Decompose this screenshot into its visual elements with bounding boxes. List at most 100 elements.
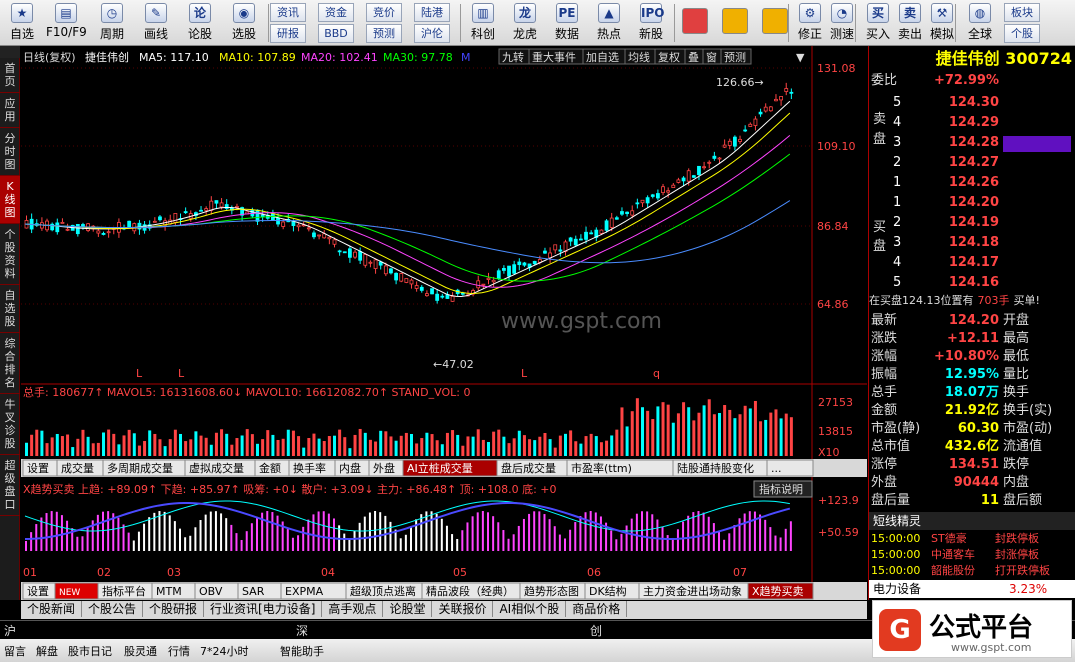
toolbar-模拟-button[interactable]: ⚒ 模拟	[922, 2, 962, 44]
buy-level[interactable]: 2 124.19	[869, 214, 1075, 232]
nav-char: 股	[0, 437, 20, 450]
candle-body	[610, 218, 613, 227]
candle-body	[76, 224, 79, 233]
info-tab-高手观点[interactable]: 高手观点	[322, 601, 383, 617]
nav-tab-应用[interactable]: 应用	[0, 93, 20, 128]
candle-body	[703, 167, 706, 168]
elves-item[interactable]: 15:00:00 韶能股份 打开跌停板	[869, 562, 1075, 580]
status-market-创[interactable]: 创	[590, 622, 602, 639]
toolbar-板块-button[interactable]: 板块	[1004, 3, 1040, 22]
toolbar-资金-button[interactable]: 资金	[318, 3, 354, 22]
sector-value: 3.23%	[1009, 580, 1047, 598]
stat-value: 124.20	[929, 312, 999, 330]
bottom-tab-行情[interactable]: 行情	[168, 643, 190, 659]
bottom-tab-解盘[interactable]: 解盘	[36, 643, 58, 659]
nav-tab-牛叉诊股[interactable]: 牛叉诊股	[0, 394, 20, 455]
info-tab-论股堂[interactable]: 论股堂	[383, 601, 432, 617]
nav-tab-首页[interactable]: 首页	[0, 58, 20, 93]
sell-level[interactable]: 4 124.29	[869, 114, 1075, 132]
toolbar-选股-button[interactable]: ◉ 选股	[224, 2, 264, 44]
info-tab-AI相似个股[interactable]: AI相似个股	[493, 601, 566, 617]
toolbar-测速-button[interactable]: ◔ 测速	[822, 2, 862, 44]
toolbar-全球-button[interactable]: ◍ 全球	[960, 2, 1000, 44]
toolbar-周期-button[interactable]: ◷ 周期	[92, 2, 132, 44]
toolbar-新股-button[interactable]: IPO 新股	[631, 2, 671, 44]
arrow-left-icon[interactable]	[722, 8, 748, 34]
status-market-深[interactable]: 深	[296, 622, 308, 639]
toolbar-陆港-button[interactable]: 陆港	[414, 3, 450, 22]
toolbar-separator	[855, 4, 856, 42]
nav-tab-综合排名[interactable]: 综合排名	[0, 333, 20, 394]
indicator-bar	[774, 536, 776, 551]
info-tab-个股研报[interactable]: 个股研报	[143, 601, 204, 617]
toolbar-研报-button[interactable]: 研报	[270, 24, 306, 43]
indicator-bar	[410, 526, 412, 551]
status-market-沪[interactable]: 沪	[4, 622, 16, 639]
indicator-bar	[764, 520, 766, 551]
toolbar-预测-button[interactable]: 预测	[366, 24, 402, 43]
stat-row: 涨跌 +12.11 最高	[869, 330, 1075, 348]
buy-level[interactable]: 1 124.20	[869, 194, 1075, 212]
nav-tab-分时图[interactable]: 分时图	[0, 128, 20, 176]
sell-level[interactable]: 3 124.28	[869, 134, 1075, 152]
nav-tab-超级盘口[interactable]: 超级盘口	[0, 455, 20, 516]
candle-body	[585, 232, 588, 239]
sell-level[interactable]: 5 124.30	[869, 94, 1075, 112]
toolbar-竞价-button[interactable]: 竞价	[366, 3, 402, 22]
nav-char: 图	[0, 158, 20, 171]
toolbar-F10/F9-button[interactable]: ▤ F10/F9	[46, 2, 86, 44]
toolbar-自选-button[interactable]: ★ 自选	[2, 2, 42, 44]
nav-tab-个股资料[interactable]: 个股资料	[0, 224, 20, 285]
toolbar-资讯-button[interactable]: 资讯	[270, 3, 306, 22]
buy-level[interactable]: 4 124.17	[869, 254, 1075, 272]
kline-chart-area[interactable]: 日线(复权) 捷佳伟创 MA5: 117.10 MA10: 107.89 MA20: 1…	[21, 46, 867, 600]
nav-char: 料	[0, 267, 20, 280]
nav-tab-自选股[interactable]: 自选股	[0, 285, 20, 333]
toolbar-沪伦-button[interactable]: 沪伦	[414, 24, 450, 43]
volume-bar	[97, 443, 100, 456]
signal-marker: L	[178, 367, 185, 380]
chart-menu-icon[interactable]: ▼	[796, 51, 805, 64]
volume-bar	[312, 434, 315, 456]
volume-bar	[774, 409, 777, 456]
toolbar-科创-button[interactable]: ▥ 科创	[463, 2, 503, 44]
bottom-tab-股市日记[interactable]: 股市日记	[68, 643, 112, 659]
bottom-tab-7*24小时[interactable]: 7*24小时	[200, 643, 249, 659]
toolbar-个股-button[interactable]: 个股	[1004, 24, 1040, 43]
candle-body	[749, 124, 752, 126]
volume-tab-label: 内盘	[339, 461, 361, 475]
toolbar-卖出-icon: 卖	[899, 3, 921, 23]
candle-body	[646, 198, 649, 203]
buy-level[interactable]: 5 124.16	[869, 274, 1075, 292]
month-label: 01	[23, 566, 37, 579]
info-tab-个股新闻[interactable]: 个股新闻	[21, 601, 82, 617]
toolbar-画线-button[interactable]: ✎ 画线	[136, 2, 176, 44]
volume-bar	[138, 446, 141, 456]
toolbar-BBD-button[interactable]: BBD	[318, 24, 354, 43]
bottom-tab-股灵通[interactable]: 股灵通	[124, 643, 157, 659]
sell-level[interactable]: 2 124.27	[869, 154, 1075, 172]
color-block-icon[interactable]	[682, 8, 708, 34]
indicator-bar	[703, 513, 705, 551]
info-tab-个股公告[interactable]: 个股公告	[82, 601, 143, 617]
nav-tab-K线图[interactable]: K线图	[0, 176, 20, 224]
info-tab-行业资讯[电力设备][interactable]: 行业资讯[电力设备]	[204, 601, 322, 617]
toolbar-龙虎-button[interactable]: 龙龙虎	[505, 2, 545, 44]
buy-level[interactable]: 3 124.18	[869, 234, 1075, 252]
sell-level[interactable]: 1 124.26	[869, 174, 1075, 192]
toolbar-数据-button[interactable]: PE 数据	[547, 2, 587, 44]
indicator-bar	[230, 525, 232, 551]
info-tab-关联报价[interactable]: 关联报价	[432, 601, 493, 617]
bottom-tab-留言[interactable]: 留言	[4, 643, 26, 659]
info-tab-商品价格[interactable]: 商品价格	[566, 601, 627, 617]
candle-body	[631, 211, 634, 215]
candle-body	[713, 156, 716, 158]
indicator-bar	[754, 512, 756, 551]
candle-body	[446, 295, 449, 299]
volume-bar	[692, 420, 695, 456]
toolbar-论股-button[interactable]: 论论股	[180, 2, 220, 44]
bottom-tab-智能助手[interactable]: 智能助手	[280, 643, 324, 659]
candle-body	[158, 217, 161, 220]
toolbar-热点-button[interactable]: ▲ 热点	[589, 2, 629, 44]
arrow-up-icon[interactable]	[762, 8, 788, 34]
